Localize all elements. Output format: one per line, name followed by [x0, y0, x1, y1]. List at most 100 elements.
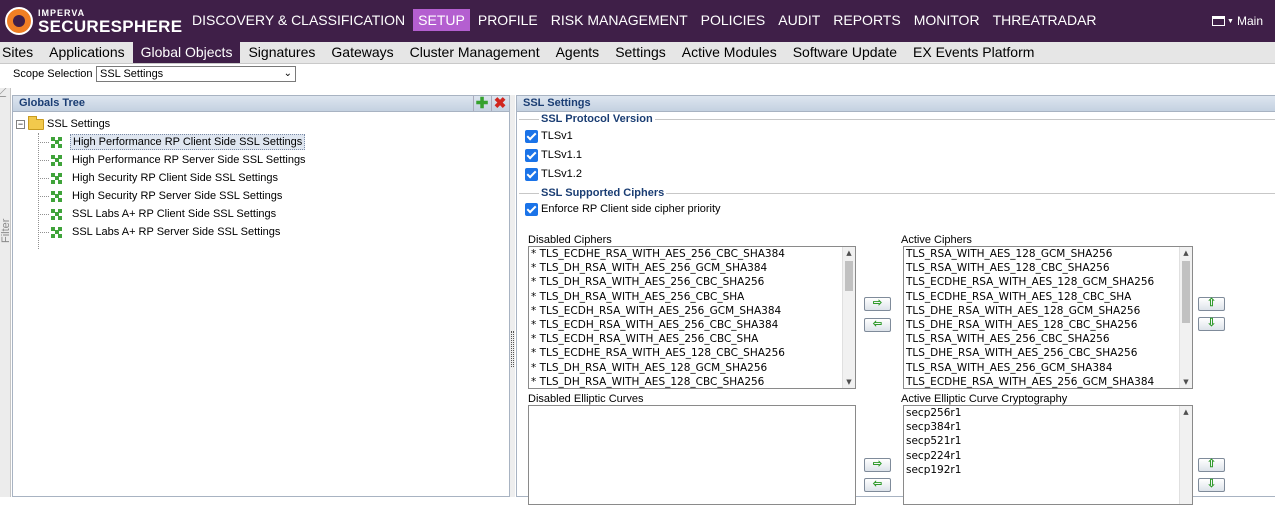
- active-curve-option[interactable]: secp192r1: [904, 463, 1192, 477]
- enforce-cipher-priority-checkbox[interactable]: Enforce RP Client side cipher priority: [525, 201, 721, 217]
- tab-applications[interactable]: Applications: [41, 42, 133, 63]
- tab-gateways[interactable]: Gateways: [323, 42, 401, 63]
- disabled-cipher-option[interactable]: * TLS_DH_RSA_WITH_AES_128_GCM_SHA256: [529, 361, 855, 375]
- collapse-icon[interactable]: −: [16, 119, 25, 129]
- move-curve-right-button[interactable]: ⇨: [864, 458, 891, 472]
- active-cipher-option[interactable]: TLS_RSA_WITH_AES_256_CBC_SHA256: [904, 332, 1192, 346]
- main-nav-threatradar[interactable]: THREATRADAR: [988, 9, 1102, 31]
- checkbox-checked-icon[interactable]: [525, 167, 538, 181]
- main-nav-policies[interactable]: POLICIES: [696, 9, 771, 31]
- move-cipher-up-button[interactable]: ⇧: [1198, 297, 1225, 311]
- active-cipher-option[interactable]: TLS_RSA_WITH_AES_128_CBC_SHA256: [904, 261, 1192, 275]
- active-curve-option[interactable]: secp256r1: [904, 406, 1192, 420]
- move-cipher-right-button[interactable]: ⇨: [864, 297, 891, 311]
- tree-item[interactable]: SSL Labs A+ RP Server Side SSL Settings: [38, 223, 282, 241]
- disabled-cipher-option[interactable]: * TLS_ECDH_RSA_WITH_AES_256_GCM_SHA384: [529, 304, 855, 318]
- tab-active-modules[interactable]: Active Modules: [674, 42, 785, 63]
- filter-label: Filter: [0, 218, 12, 243]
- scope-selection-dropdown[interactable]: SSL Settings ⌄: [96, 66, 296, 82]
- main-nav-reports[interactable]: REPORTS: [828, 9, 905, 31]
- active-curves-scrollbar[interactable]: ▲: [1179, 406, 1192, 504]
- checkbox-checked-icon[interactable]: [525, 129, 538, 143]
- tab-software-update[interactable]: Software Update: [785, 42, 905, 63]
- move-curve-left-button[interactable]: ⇦: [864, 478, 891, 492]
- active-cipher-option[interactable]: TLS_RSA_WITH_AES_128_GCM_SHA256: [904, 247, 1192, 261]
- tab-cluster-management[interactable]: Cluster Management: [402, 42, 548, 63]
- scroll-thumb[interactable]: [845, 261, 853, 291]
- main-nav-profile[interactable]: PROFILE: [473, 9, 543, 31]
- disabled-cipher-option[interactable]: * TLS_DH_RSA_WITH_AES_256_GCM_SHA384: [529, 261, 855, 275]
- tree-item[interactable]: SSL Labs A+ RP Client Side SSL Settings: [38, 205, 278, 223]
- active-cipher-option[interactable]: TLS_ECDHE_RSA_WITH_AES_256_GCM_SHA384: [904, 375, 1192, 388]
- scope-selection-value: SSL Settings: [100, 68, 164, 80]
- scroll-up-icon[interactable]: ▲: [843, 247, 855, 259]
- tab-settings[interactable]: Settings: [607, 42, 674, 63]
- tab-ex-events-platform[interactable]: EX Events Platform: [905, 42, 1042, 63]
- tree-root-ssl-settings[interactable]: − SSL Settings: [16, 115, 110, 133]
- active-cipher-option[interactable]: TLS_DHE_RSA_WITH_AES_128_CBC_SHA256: [904, 318, 1192, 332]
- disabled-cipher-option[interactable]: * TLS_DH_RSA_WITH_AES_256_CBC_SHA256: [529, 275, 855, 289]
- imperva-logo[interactable]: IMPERVA SECURESPHERE: [5, 5, 182, 37]
- disabled-cipher-option[interactable]: * TLS_DH_RSA_WITH_AES_128_CBC_SHA256: [529, 375, 855, 388]
- arrow-right-icon: ⇨: [872, 297, 883, 309]
- active-curve-option[interactable]: secp521r1: [904, 434, 1192, 448]
- active-curves-list[interactable]: secp256r1 secp384r1 secp521r1 secp224r1 secp…: [903, 405, 1193, 505]
- main-nav-setup[interactable]: SETUP: [413, 9, 470, 31]
- disabled-cipher-option[interactable]: * TLS_ECDH_RSA_WITH_AES_256_CBC_SHA: [529, 332, 855, 346]
- tree-connector: [38, 141, 49, 143]
- protocol-tlsv1-checkbox[interactable]: TLSv1: [525, 128, 573, 144]
- checkbox-checked-icon[interactable]: [525, 148, 538, 162]
- active-curve-option[interactable]: secp384r1: [904, 420, 1192, 434]
- move-cipher-down-button[interactable]: ⇩: [1198, 317, 1225, 331]
- tree-item[interactable]: High Performance RP Server Side SSL Sett…: [38, 151, 308, 169]
- tab-sites[interactable]: Sites: [0, 42, 41, 63]
- scroll-up-icon[interactable]: ▲: [1180, 247, 1192, 259]
- active-curve-option[interactable]: secp224r1: [904, 449, 1192, 463]
- tree-item[interactable]: High Performance RP Client Side SSL Sett…: [38, 133, 306, 151]
- tab-agents[interactable]: Agents: [548, 42, 608, 63]
- main-nav-audit[interactable]: AUDIT: [773, 9, 825, 31]
- delete-icon[interactable]: ✖: [491, 96, 508, 111]
- disabled-ciphers-list[interactable]: * TLS_ECDHE_RSA_WITH_AES_256_CBC_SHA384 *…: [528, 246, 856, 389]
- scroll-thumb[interactable]: [1182, 261, 1190, 323]
- ssl-settings-node-icon: [51, 154, 62, 166]
- panel-splitter[interactable]: [510, 95, 515, 497]
- checkbox-checked-icon[interactable]: [525, 202, 538, 216]
- disabled-curves-list[interactable]: [528, 405, 856, 505]
- scroll-down-icon[interactable]: ▼: [843, 376, 855, 388]
- disabled-cipher-option[interactable]: * TLS_ECDHE_RSA_WITH_AES_128_CBC_SHA256: [529, 346, 855, 360]
- move-curve-up-button[interactable]: ⇧: [1198, 458, 1225, 472]
- move-cipher-left-button[interactable]: ⇦: [864, 318, 891, 332]
- protocol-tlsv1-1-checkbox[interactable]: TLSv1.1: [525, 147, 582, 163]
- main-nav-risk-management[interactable]: RISK MANAGEMENT: [546, 9, 693, 31]
- add-icon[interactable]: ✚: [473, 96, 490, 111]
- active-cipher-option[interactable]: TLS_ECDHE_RSA_WITH_AES_128_GCM_SHA256: [904, 275, 1192, 289]
- ssl-settings-node-icon: [51, 172, 62, 184]
- tab-global-objects[interactable]: Global Objects: [132, 42, 241, 63]
- tree-item-label: SSL Labs A+ RP Client Side SSL Settings: [72, 208, 277, 220]
- main-nav-monitor[interactable]: MONITOR: [909, 9, 985, 31]
- filter-sidebar[interactable]: Filter: [0, 88, 15, 497]
- scroll-up-icon[interactable]: ▲: [1180, 406, 1192, 418]
- scroll-down-icon[interactable]: ▼: [1180, 376, 1192, 388]
- ciphers-section-label: SSL Supported Ciphers: [539, 187, 667, 199]
- protocol-tlsv1-2-checkbox[interactable]: TLSv1.2: [525, 166, 582, 182]
- active-ciphers-scrollbar[interactable]: ▲ ▼: [1179, 247, 1192, 388]
- main-nav-discovery-classification[interactable]: DISCOVERY & CLASSIFICATION: [187, 9, 410, 31]
- tree-connector: [38, 195, 49, 197]
- active-cipher-option[interactable]: TLS_RSA_WITH_AES_256_GCM_SHA384: [904, 361, 1192, 375]
- main-menu-button[interactable]: ▼ Main: [1212, 14, 1263, 28]
- tab-signatures[interactable]: Signatures: [240, 42, 323, 63]
- active-cipher-option[interactable]: TLS_DHE_RSA_WITH_AES_256_CBC_SHA256: [904, 346, 1192, 360]
- active-cipher-option[interactable]: TLS_DHE_RSA_WITH_AES_128_GCM_SHA256: [904, 304, 1192, 318]
- disabled-cipher-option[interactable]: * TLS_DH_RSA_WITH_AES_256_CBC_SHA: [529, 290, 855, 304]
- move-curve-down-button[interactable]: ⇩: [1198, 478, 1225, 492]
- disabled-ciphers-scrollbar[interactable]: ▲ ▼: [842, 247, 855, 388]
- arrow-right-icon: ⇨: [872, 458, 883, 470]
- active-cipher-option[interactable]: TLS_ECDHE_RSA_WITH_AES_128_CBC_SHA: [904, 290, 1192, 304]
- tree-item[interactable]: High Security RP Server Side SSL Setting…: [38, 187, 284, 205]
- disabled-cipher-option[interactable]: * TLS_ECDHE_RSA_WITH_AES_256_CBC_SHA384: [529, 247, 855, 261]
- disabled-cipher-option[interactable]: * TLS_ECDH_RSA_WITH_AES_256_CBC_SHA384: [529, 318, 855, 332]
- tree-item[interactable]: High Security RP Client Side SSL Setting…: [38, 169, 280, 187]
- active-ciphers-list[interactable]: TLS_RSA_WITH_AES_128_GCM_SHA256 TLS_RSA_W…: [903, 246, 1193, 389]
